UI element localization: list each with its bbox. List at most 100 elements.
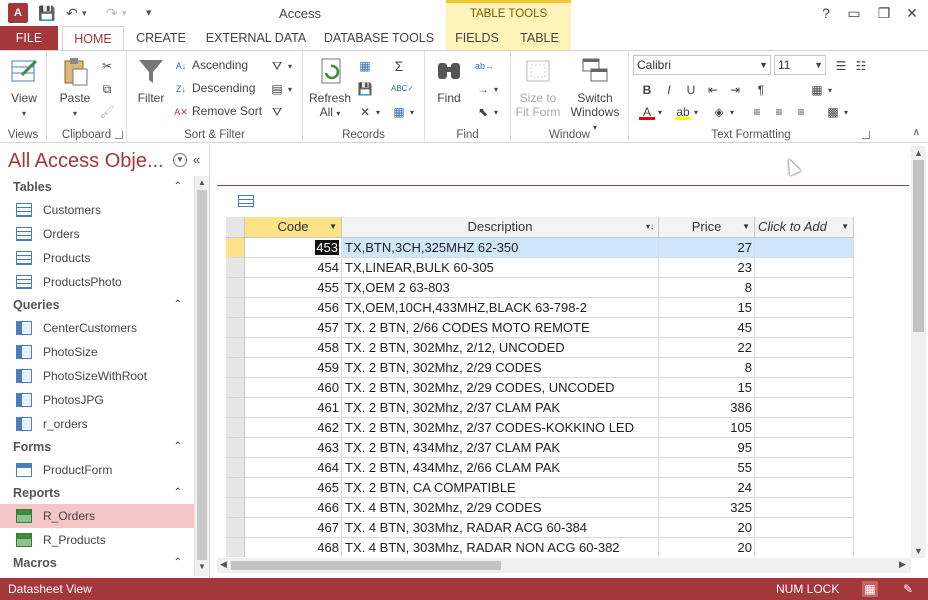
record-selector[interactable] bbox=[226, 518, 245, 538]
cell-code[interactable]: 460 bbox=[245, 378, 342, 398]
datasheet-horizontal-scrollbar[interactable]: ◀ ▶ bbox=[217, 558, 911, 573]
cell-click-to-add[interactable] bbox=[755, 518, 854, 538]
cell-code[interactable]: 458 bbox=[245, 338, 342, 358]
cell-click-to-add[interactable] bbox=[755, 538, 854, 557]
cell-price[interactable]: 8 bbox=[659, 278, 755, 298]
table-row[interactable]: 464 TX. 2 BTN, 434Mhz, 2/66 CLAM PAK 55 bbox=[226, 458, 910, 478]
cell-price[interactable]: 24 bbox=[659, 478, 755, 498]
table-row[interactable]: 460 TX. 2 BTN, 302Mhz, 2/29 CODES, UNCODE… bbox=[226, 378, 910, 398]
cell-click-to-add[interactable] bbox=[755, 298, 854, 318]
cell-description[interactable]: TX. 2 BTN, 434Mhz, 2/37 CLAM PAK bbox=[342, 438, 659, 458]
cell-price[interactable]: 20 bbox=[659, 518, 755, 538]
cell-price[interactable]: 27 bbox=[659, 238, 755, 258]
cell-code[interactable]: 462 bbox=[245, 418, 342, 438]
record-selector[interactable] bbox=[226, 398, 245, 418]
column-header-click-to-add[interactable]: Click to Add ▼ bbox=[755, 217, 854, 238]
select-icon[interactable]: ⬉ ▾ bbox=[475, 101, 498, 121]
table-row[interactable]: 455 TX,OEM 2 63-803 8 bbox=[226, 278, 910, 298]
totals-icon[interactable]: Σ bbox=[391, 55, 410, 75]
nav-menu-icon[interactable]: ▼ bbox=[173, 153, 187, 167]
italic-button[interactable]: I bbox=[661, 79, 680, 99]
table-row[interactable]: 468 TX. 4 BTN, 303Mhz, RADAR NON ACG 60-3… bbox=[226, 538, 910, 557]
chevron-up-icon[interactable]: ⌃ bbox=[174, 436, 182, 458]
bullets-icon[interactable]: ☰ bbox=[833, 55, 852, 75]
highlight-color-icon[interactable]: ab ▾ bbox=[675, 101, 698, 121]
switch-windows-button[interactable]: Switch Windows ▾ bbox=[569, 55, 621, 133]
nav-item-r-orders[interactable]: r_orders bbox=[0, 412, 194, 436]
cell-description[interactable]: TX. 2 BTN, 302Mhz, 2/29 CODES, UNCODED bbox=[342, 378, 659, 398]
record-selector[interactable] bbox=[226, 298, 245, 318]
remove-sort-button[interactable]: A✕ Remove Sort bbox=[173, 101, 262, 121]
nav-item-productform[interactable]: ProductForm bbox=[0, 458, 194, 482]
cell-click-to-add[interactable] bbox=[755, 258, 854, 278]
nav-item-productsphoto[interactable]: ProductsPhoto bbox=[0, 270, 194, 294]
font-color-icon[interactable]: A ▾ bbox=[639, 101, 662, 121]
cell-price[interactable]: 325 bbox=[659, 498, 755, 518]
shutter-bar-icon[interactable]: « bbox=[193, 152, 200, 167]
gridlines-icon[interactable]: ▦ ▾ bbox=[809, 79, 832, 99]
nav-pane-title[interactable]: All Access Obje... bbox=[8, 150, 164, 173]
column-header-price[interactable]: Price ▼ bbox=[659, 217, 755, 238]
chevron-up-icon[interactable]: ⌃ bbox=[174, 294, 182, 316]
table-row[interactable]: 463 TX. 2 BTN, 434Mhz, 2/37 CLAM PAK 95 bbox=[226, 438, 910, 458]
underline-button[interactable]: U bbox=[683, 79, 702, 99]
column-header-code[interactable]: Code ▼ bbox=[245, 217, 342, 238]
numbering-icon[interactable]: ☷ bbox=[853, 55, 872, 75]
record-selector[interactable] bbox=[226, 498, 245, 518]
select-all-button[interactable] bbox=[226, 217, 245, 238]
replace-icon[interactable]: ab→ bbox=[475, 55, 494, 75]
cell-description[interactable]: TX. 4 BTN, 303Mhz, RADAR ACG 60-384 bbox=[342, 518, 659, 538]
collapse-ribbon-icon[interactable]: ∧ bbox=[913, 127, 920, 138]
more-records-icon[interactable]: ▦ ▾ bbox=[391, 101, 414, 121]
cell-price[interactable]: 95 bbox=[659, 438, 755, 458]
restore-button[interactable]: ❐ bbox=[872, 2, 896, 24]
scroll-right-icon[interactable]: ▶ bbox=[899, 559, 906, 570]
sort-descending-button[interactable]: Z↓ Descending bbox=[173, 78, 255, 98]
font-name-select[interactable]: Calibri ▼ bbox=[633, 55, 771, 75]
selection-filter-icon[interactable]: ⛛ ▾ bbox=[269, 55, 292, 75]
chevron-down-icon[interactable]: ▼ bbox=[329, 217, 337, 237]
align-center-icon[interactable]: ≡ bbox=[771, 101, 790, 121]
nav-item-photosize[interactable]: PhotoSize bbox=[0, 340, 194, 364]
record-selector[interactable] bbox=[226, 258, 245, 278]
new-record-icon[interactable]: ▦ bbox=[357, 55, 376, 75]
record-selector[interactable] bbox=[226, 318, 245, 338]
record-selector[interactable] bbox=[226, 338, 245, 358]
cell-description[interactable]: TX. 2 BTN, 302Mhz, 2/37 CODES-KOKKINO LE… bbox=[342, 418, 659, 438]
cell-click-to-add[interactable] bbox=[755, 498, 854, 518]
cell-click-to-add[interactable] bbox=[755, 398, 854, 418]
sort-filter-icon[interactable]: ▾↓ bbox=[646, 217, 654, 237]
nav-scroll-thumb[interactable] bbox=[197, 190, 207, 560]
column-header-description[interactable]: Description ▾↓ bbox=[342, 217, 659, 238]
nav-section-queries[interactable]: Queries ⌃ bbox=[0, 294, 194, 316]
increase-indent-icon[interactable]: ⇥ bbox=[727, 79, 746, 99]
alternate-row-color-icon[interactable]: ▩ ▾ bbox=[825, 101, 848, 121]
cell-code[interactable]: 455 bbox=[245, 278, 342, 298]
cell-price[interactable]: 22 bbox=[659, 338, 755, 358]
design-view-icon[interactable]: ✎ bbox=[900, 581, 916, 597]
cell-description[interactable]: TX,LINEAR,BULK 60-305 bbox=[342, 258, 659, 278]
cell-click-to-add[interactable] bbox=[755, 478, 854, 498]
cell-description[interactable]: TX. 2 BTN, 302Mhz, 2/37 CLAM PAK bbox=[342, 398, 659, 418]
cell-description[interactable]: TX. 2 BTN, 302Mhz, 2/29 CODES bbox=[342, 358, 659, 378]
cell-code[interactable]: 459 bbox=[245, 358, 342, 378]
cell-description[interactable]: TX. 2 BTN, 302Mhz, 2/12, UNCODED bbox=[342, 338, 659, 358]
chevron-down-icon[interactable]: ▼ bbox=[841, 217, 849, 237]
record-selector[interactable] bbox=[226, 478, 245, 498]
nav-section-tables[interactable]: Tables ⌃ bbox=[0, 176, 194, 198]
nav-section-macros[interactable]: Macros ⌃ bbox=[0, 552, 194, 574]
cell-price[interactable]: 15 bbox=[659, 378, 755, 398]
nav-item-autoexec[interactable]: autoexec bbox=[0, 574, 194, 576]
background-color-icon[interactable]: ◈ ▾ bbox=[711, 101, 734, 121]
tab-external-data[interactable]: EXTERNAL DATA bbox=[200, 26, 312, 50]
cell-price[interactable]: 55 bbox=[659, 458, 755, 478]
cell-description[interactable]: TX,OEM,10CH,433MHZ,BLACK 63-798-2 bbox=[342, 298, 659, 318]
tab-file[interactable]: FILE bbox=[0, 26, 58, 50]
nav-section-reports[interactable]: Reports ⌃ bbox=[0, 482, 194, 504]
filter-button[interactable]: Filter bbox=[133, 55, 169, 105]
copy-icon[interactable]: ⧉ bbox=[99, 78, 118, 98]
cell-code[interactable]: 464 bbox=[245, 458, 342, 478]
decrease-indent-icon[interactable]: ⇤ bbox=[705, 79, 724, 99]
scroll-up-icon[interactable]: ▲ bbox=[914, 148, 923, 158]
horizontal-scroll-thumb[interactable] bbox=[231, 561, 501, 570]
